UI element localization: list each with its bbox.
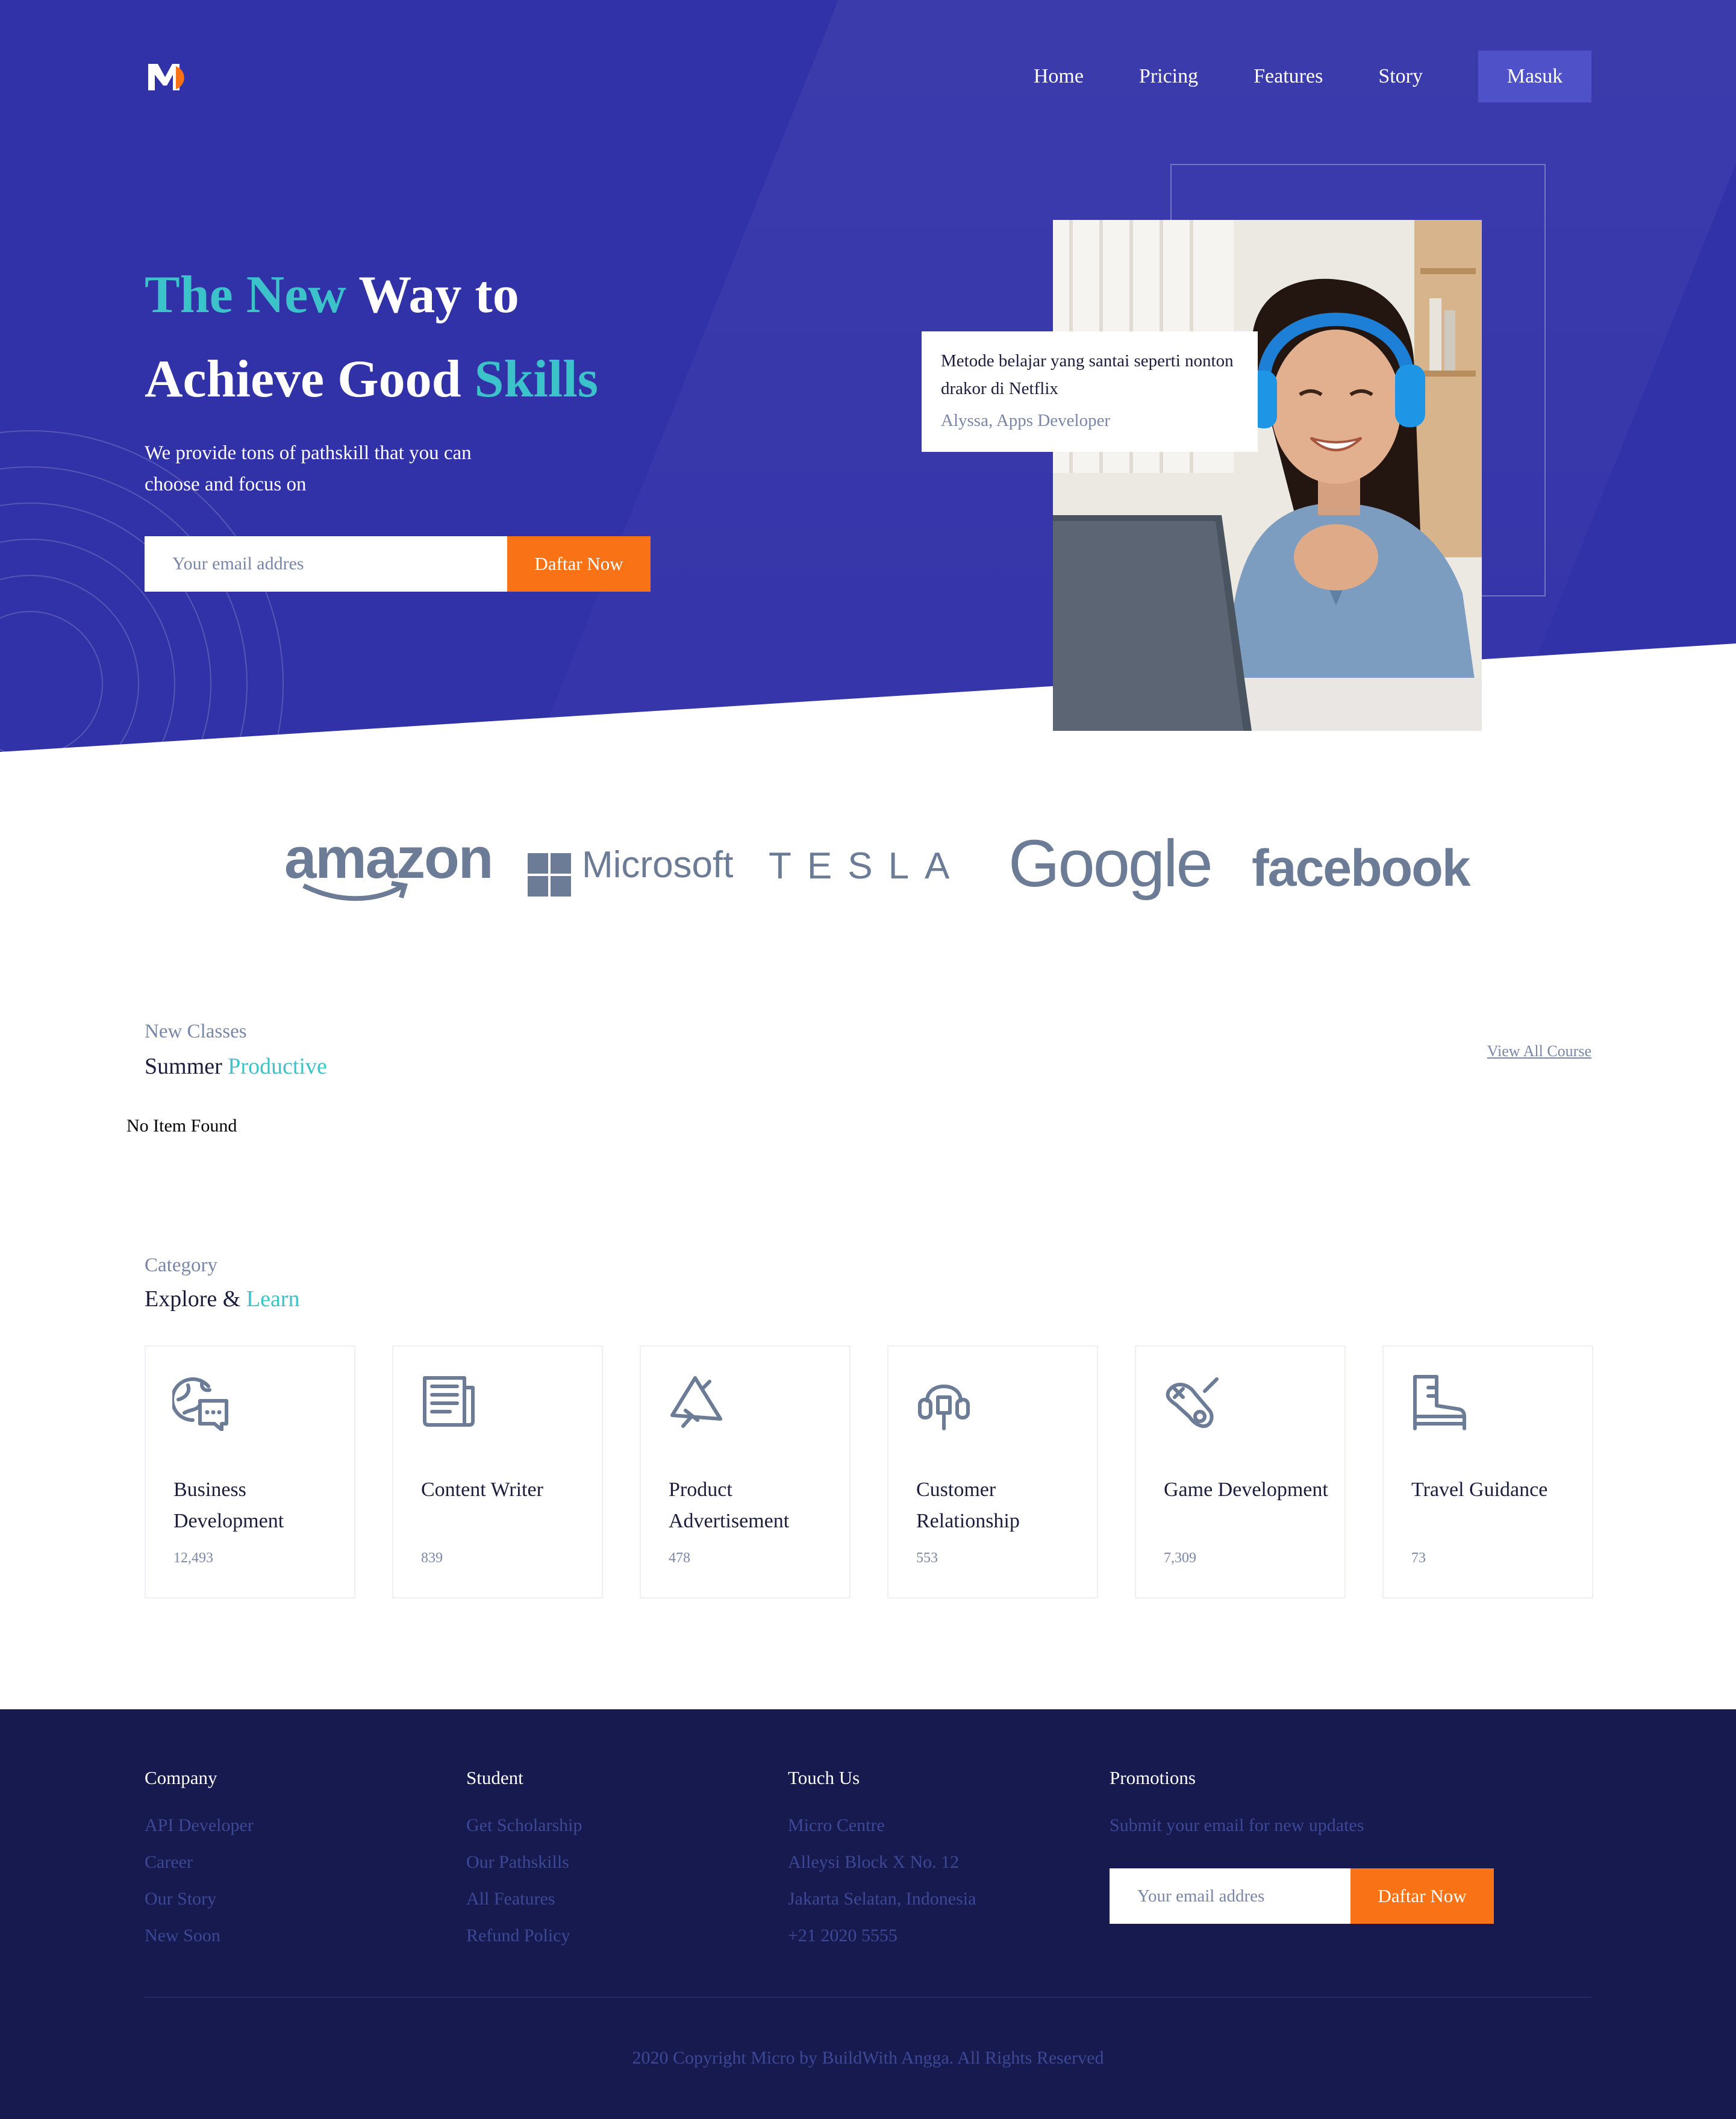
footer-company-column: Company API Developer Career Our Story N… xyxy=(145,1767,254,1954)
footer-link[interactable]: Career xyxy=(145,1844,254,1880)
hero-photo-student xyxy=(1053,220,1482,731)
hero-email-input[interactable]: Your email addres xyxy=(145,536,507,592)
category-list: Business Development 12,493 Content Writ… xyxy=(145,1345,1593,1598)
top-nav: Home Pricing Features Story Masuk xyxy=(1034,51,1591,102)
nav-pricing[interactable]: Pricing xyxy=(1139,65,1198,88)
microsoft-squares-icon xyxy=(528,853,571,897)
globe-chat-icon xyxy=(172,1377,228,1431)
brand-facebook-logo: facebook xyxy=(1252,839,1471,897)
footer-email-input[interactable]: Your email addres xyxy=(1110,1868,1350,1924)
view-all-course-link[interactable]: View All Course xyxy=(1487,1042,1591,1060)
footer-link[interactable]: API Developer xyxy=(145,1807,254,1844)
footer-link[interactable]: Our Story xyxy=(145,1880,254,1917)
category-card-business-development[interactable]: Business Development 12,493 xyxy=(145,1345,355,1598)
category-count: 478 xyxy=(669,1550,690,1566)
footer-promotions-text: Submit your email for new updates xyxy=(1110,1815,1364,1835)
micro-logo[interactable] xyxy=(145,59,193,95)
footer-signup-button[interactable]: Daftar Now xyxy=(1350,1868,1494,1924)
category-name: Product Advertisement xyxy=(669,1479,790,1532)
category-card-travel-guidance[interactable]: Travel Guidance 73 xyxy=(1382,1345,1593,1598)
hero-title-text-1: Way to xyxy=(346,266,519,324)
nav-features[interactable]: Features xyxy=(1254,65,1323,88)
gamepad-icon xyxy=(1166,1377,1219,1429)
footer-link[interactable]: Refund Policy xyxy=(466,1917,582,1954)
megaphone-icon xyxy=(670,1376,722,1428)
testimonial-author: Alyssa, Apps Developer xyxy=(941,411,1111,430)
category-title-text: Explore & xyxy=(145,1286,246,1312)
category-card-customer-relationship[interactable]: Customer Relationship 553 xyxy=(887,1345,1098,1598)
brand-tesla-logo: TESLA xyxy=(769,845,966,887)
testimonial-card: Metode belajar yang santai seperti nonto… xyxy=(922,331,1258,452)
category-title-highlight: Learn xyxy=(246,1286,300,1312)
category-count: 553 xyxy=(916,1550,938,1566)
footer-touch-column: Touch Us Micro Centre Alleysi Block X No… xyxy=(788,1767,976,1954)
footer-link[interactable]: Get Scholarship xyxy=(466,1807,582,1844)
category-name: Business Development xyxy=(173,1479,284,1532)
footer-student-heading: Student xyxy=(466,1767,523,1788)
footer-divider xyxy=(145,1997,1591,1998)
footer-address-line: Micro Centre xyxy=(788,1815,885,1835)
footer-link[interactable]: New Soon xyxy=(145,1917,254,1954)
new-classes-title-highlight: Productive xyxy=(228,1054,327,1079)
new-classes-label: New Classes xyxy=(145,1021,247,1042)
nav-home[interactable]: Home xyxy=(1034,65,1084,88)
amazon-smile-icon xyxy=(302,881,408,901)
footer-promotions-column: Promotions Submit your email for new upd… xyxy=(1110,1767,1364,1844)
hero-signup-form: Your email addres Daftar Now xyxy=(145,536,651,592)
category-count: 839 xyxy=(421,1550,443,1566)
brand-microsoft-logo: Microsoft xyxy=(582,844,734,886)
category-card-content-writer[interactable]: Content Writer 839 xyxy=(392,1345,603,1598)
category-label: Category xyxy=(145,1254,217,1276)
footer-link[interactable]: Our Pathskills xyxy=(466,1844,582,1880)
category-card-product-advertisement[interactable]: Product Advertisement 478 xyxy=(640,1345,851,1598)
footer-address-line: Alleysi Block X No. 12 xyxy=(788,1852,960,1872)
footer-student-column: Student Get Scholarship Our Pathskills A… xyxy=(466,1767,582,1954)
brand-logos: amazon Microsoft TESLA Google facebook xyxy=(0,825,1736,916)
empty-state-text: No Item Found xyxy=(126,1116,237,1136)
footer-signup-form: Your email addres Daftar Now xyxy=(1110,1868,1494,1924)
footer-touch-heading: Touch Us xyxy=(788,1767,860,1788)
login-button[interactable]: Masuk xyxy=(1478,51,1591,102)
footer-link[interactable]: All Features xyxy=(466,1880,582,1917)
category-card-game-development[interactable]: Game Development 7,309 xyxy=(1135,1345,1346,1598)
category-count: 12,493 xyxy=(173,1550,213,1566)
new-classes-title-text: Summer xyxy=(145,1054,228,1079)
document-icon xyxy=(423,1376,475,1427)
nav-story[interactable]: Story xyxy=(1378,65,1423,88)
footer-promotions-heading: Promotions xyxy=(1110,1767,1196,1788)
footer-company-heading: Company xyxy=(145,1767,217,1788)
category-title: Explore & Learn xyxy=(145,1286,299,1312)
footer-phone: +21 2020 5555 xyxy=(788,1926,898,1945)
testimonial-text: Metode belajar yang santai seperti nonto… xyxy=(941,351,1234,398)
headset-icon xyxy=(918,1385,970,1430)
new-classes-title: Summer Productive xyxy=(145,1053,327,1080)
category-name: Content Writer xyxy=(421,1479,543,1501)
hero-title-text-2: Achieve Good xyxy=(145,350,475,408)
hero-title-highlight-2: Skills xyxy=(474,350,598,408)
category-count: 73 xyxy=(1411,1550,1426,1566)
brand-google-logo: Google xyxy=(1008,827,1213,901)
hero-title: The New Way to Achieve Good Skills xyxy=(145,253,598,422)
footer-address-line: Jakarta Selatan, Indonesia xyxy=(788,1889,976,1909)
category-name: Game Development xyxy=(1164,1479,1328,1501)
category-name: Travel Guidance xyxy=(1411,1479,1548,1501)
boot-icon xyxy=(1413,1375,1466,1430)
hero-signup-button[interactable]: Daftar Now xyxy=(507,536,651,592)
hero-subtitle: We provide tons of pathskill that you ca… xyxy=(145,442,472,495)
category-count: 7,309 xyxy=(1164,1550,1196,1566)
site-footer: Company API Developer Career Our Story N… xyxy=(0,1709,1736,2119)
footer-copyright: 2020 Copyright Micro by BuildWith Angga.… xyxy=(632,2048,1104,2068)
category-name: Customer Relationship xyxy=(916,1479,1020,1532)
hero-title-highlight-1: The New xyxy=(145,266,346,324)
